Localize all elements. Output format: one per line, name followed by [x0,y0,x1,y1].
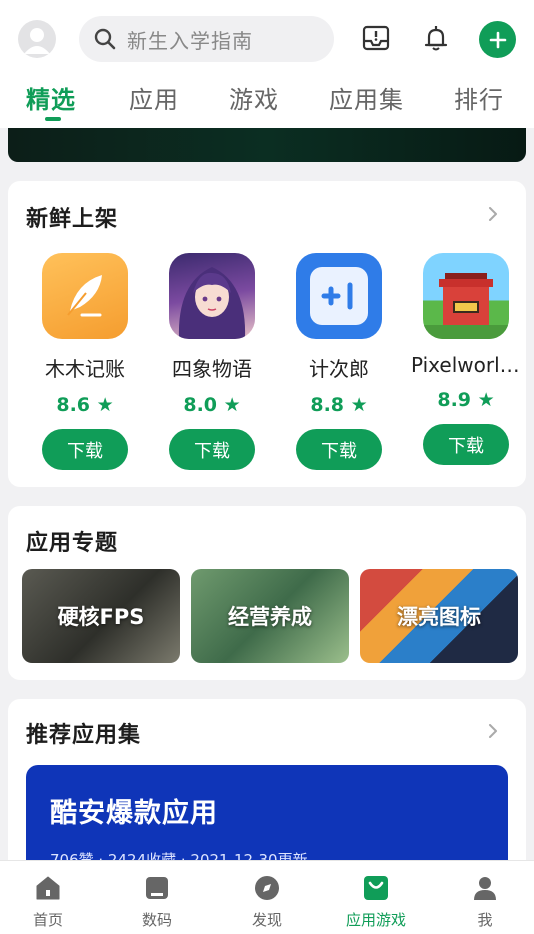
plus-one-icon [296,253,382,339]
feather-icon [42,253,128,339]
character-portrait-icon [169,253,255,339]
nav-label: 数码 [141,911,172,929]
download-tray-icon [362,25,390,51]
app-name: 四象物语 [172,357,252,381]
bottom-navigation: 首页 数码 发现 应用游戏 我 [0,860,534,934]
nav-digital[interactable]: 数码 [117,873,197,930]
topic-card-icons[interactable]: 漂亮图标 [360,569,518,663]
topic-label: 经营养成 [228,605,312,629]
home-icon [33,873,63,903]
pixel-temple-icon [423,253,509,339]
top-bar: 新生入学指南 精选 应用 游戏 应用集 排行 [0,0,534,128]
app-name: 计次郎 [309,357,369,381]
plus-icon [489,31,506,48]
tab-ranking[interactable]: 排行 [454,80,504,115]
digital-icon [142,873,172,903]
download-button[interactable]: 下载 [42,429,128,470]
nav-label: 应用游戏 [345,911,406,929]
tab-games[interactable]: 游戏 [229,80,279,115]
user-icon [470,873,500,903]
chevron-right-icon[interactable] [486,207,500,221]
topic-label: 硬核FPS [57,605,145,629]
avatar[interactable] [18,20,56,58]
app-rating: 8.0 ★ [183,394,241,416]
bell-icon [424,26,448,51]
app-rating: 8.8 ★ [310,394,368,416]
collections-title: 推荐应用集 [26,723,142,748]
topic-label: 漂亮图标 [397,605,481,629]
nav-home[interactable]: 首页 [8,873,88,930]
search-placeholder: 新生入学指南 [127,28,253,53]
app-rating: 8.6 ★ [56,394,114,416]
new-arrivals-title: 新鲜上架 [26,207,119,232]
app-name: Pixelworld ... [411,353,521,377]
topic-card-simulation[interactable]: 经营养成 [191,569,349,663]
tab-featured[interactable]: 精选 [26,80,76,115]
topics-title: 应用专题 [26,531,119,556]
nav-label: 我 [477,911,493,929]
tab-app-collections[interactable]: 应用集 [329,80,404,115]
nav-label: 发现 [251,911,282,929]
download-button[interactable]: 下载 [423,424,509,465]
app-item[interactable]: 四象物语 8.0 ★ 下载 [157,253,267,470]
app-rating: 8.9 ★ [437,389,495,411]
new-arrivals-card: 新鲜上架 木木记账 8.6 ★ 下载 四象物语 8.0 ★ 下载 计次郎 8.8… [8,181,526,487]
topic-card-fps[interactable]: 硬核FPS [22,569,180,663]
download-button[interactable]: 下载 [296,429,382,470]
nav-discover[interactable]: 发现 [227,873,307,930]
chevron-right-icon[interactable] [486,724,500,738]
app-bag-icon [361,873,391,903]
search-icon [94,28,116,50]
app-item[interactable]: Pixelworld ... 8.9 ★ 下载 [411,253,521,465]
nav-me[interactable]: 我 [445,873,525,930]
active-tab-indicator [45,117,61,121]
download-manager-button[interactable] [358,20,394,56]
notifications-button[interactable] [418,20,454,56]
tab-apps[interactable]: 应用 [129,80,179,115]
add-button[interactable] [479,21,516,58]
download-button[interactable]: 下载 [169,429,255,470]
search-bar[interactable]: 新生入学指南 [79,16,334,62]
compass-icon [252,873,282,903]
app-item[interactable]: 木木记账 8.6 ★ 下载 [30,253,140,470]
app-item[interactable]: 计次郎 8.8 ★ 下载 [284,253,394,470]
collection-title: 酷安爆款应用 [50,798,218,829]
nav-label: 首页 [32,911,63,929]
topics-card: 应用专题 硬核FPS 经营养成 漂亮图标 [8,506,526,680]
category-tabs: 精选 应用 游戏 应用集 排行 [0,72,534,128]
nav-apps-games[interactable]: 应用游戏 [336,873,416,930]
avatar-placeholder-icon [24,28,50,54]
app-name: 木木记账 [45,357,125,381]
